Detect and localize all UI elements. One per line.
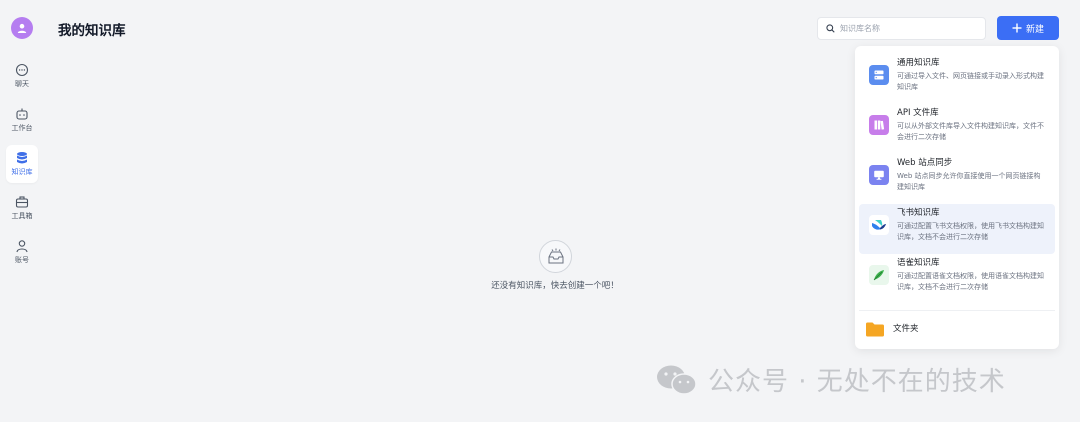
menu-item-folder[interactable]: 文件夹 xyxy=(855,314,1059,344)
menu-item-title: 飞书知识库 xyxy=(897,208,940,218)
menu-item-title: Web 站点同步 xyxy=(897,158,953,168)
avatar[interactable] xyxy=(11,17,33,39)
robot-icon xyxy=(16,108,28,120)
menu-item-desc: 可通过导入文件、网页链接或手动录入形式构建知识库 xyxy=(897,72,1044,91)
menu-item-feishu-kb[interactable]: 飞书知识库 可通过配置飞书文档权限，使用飞书文档构建知识库，文档不会进行二次存储 xyxy=(859,204,1055,254)
empty-state-text: 还没有知识库，快去创建一个吧！ xyxy=(491,281,619,291)
menu-item-general-kb[interactable]: 通用知识库 可通过导入文件、网页链接或手动录入形式构建知识库 xyxy=(859,54,1055,104)
sidebar-item-label: 账号 xyxy=(15,256,29,264)
books-icon xyxy=(869,115,889,135)
empty-box-icon xyxy=(539,240,572,273)
sidebar-item-label: 工作台 xyxy=(11,124,33,132)
sidebar-item-toolbox[interactable]: 工具箱 xyxy=(6,189,38,227)
menu-item-desc: Web 站点同步允许你直接使用一个网页链接构建知识库 xyxy=(897,172,1041,191)
yuque-logo-icon xyxy=(869,265,889,285)
sidebar-item-knowledge-base[interactable]: 知识库 xyxy=(6,145,38,183)
folder-icon xyxy=(866,322,884,337)
menu-item-yuque-kb[interactable]: 语雀知识库 可通过配置语雀文档权限，使用语雀文档构建知识库，文档不会进行二次存储 xyxy=(859,254,1055,304)
sidebar-item-account[interactable]: 账号 xyxy=(6,233,38,271)
sidebar-item-label: 知识库 xyxy=(11,168,33,176)
database-icon xyxy=(17,152,27,164)
new-dropdown-menu: 通用知识库 可通过导入文件、网页链接或手动录入形式构建知识库 API 文件库 可… xyxy=(855,46,1059,349)
user-avatar-icon xyxy=(17,23,27,33)
menu-item-title: 通用知识库 xyxy=(897,58,940,68)
watermark-text: 公众号 · 无处不在的技术 xyxy=(708,367,1006,397)
wechat-icon xyxy=(657,365,697,395)
search-input[interactable] xyxy=(840,24,980,33)
menu-item-title: 语雀知识库 xyxy=(897,258,940,268)
menu-item-title: 文件夹 xyxy=(893,323,919,334)
plus-icon xyxy=(1012,23,1022,33)
sidebar-item-chat[interactable]: 聊天 xyxy=(6,57,38,95)
user-icon xyxy=(16,240,28,253)
sidebar: 聊天 工作台 知识库 工具箱 账号 xyxy=(0,0,44,422)
page-title: 我的知识库 xyxy=(58,23,126,39)
menu-divider xyxy=(859,310,1055,311)
watermark: 公众号 · 无处不在的技术 xyxy=(656,361,1006,398)
sidebar-item-workbench[interactable]: 工作台 xyxy=(6,101,38,139)
feishu-logo-icon xyxy=(869,215,889,235)
search-box[interactable] xyxy=(817,17,986,40)
server-icon xyxy=(869,65,889,85)
new-button[interactable]: 新建 xyxy=(997,16,1059,40)
menu-item-api-library[interactable]: API 文件库 可以从外部文件库导入文件构建知识库，文件不会进行二次存储 xyxy=(859,104,1055,154)
monitor-icon xyxy=(869,165,889,185)
new-button-label: 新建 xyxy=(1025,24,1044,35)
chat-icon xyxy=(15,63,29,77)
toolbox-icon xyxy=(15,196,29,208)
sidebar-item-label: 聊天 xyxy=(15,80,29,88)
search-icon xyxy=(826,24,835,33)
sidebar-item-label: 工具箱 xyxy=(11,212,33,220)
menu-item-desc: 可通过配置语雀文档权限，使用语雀文档构建知识库，文档不会进行二次存储 xyxy=(897,272,1044,291)
menu-item-desc: 可通过配置飞书文档权限，使用飞书文档构建知识库，文档不会进行二次存储 xyxy=(897,222,1044,241)
menu-item-title: API 文件库 xyxy=(897,108,939,118)
menu-item-web-sync[interactable]: Web 站点同步 Web 站点同步允许你直接使用一个网页链接构建知识库 xyxy=(859,154,1055,204)
menu-item-desc: 可以从外部文件库导入文件构建知识库，文件不会进行二次存储 xyxy=(897,122,1044,141)
